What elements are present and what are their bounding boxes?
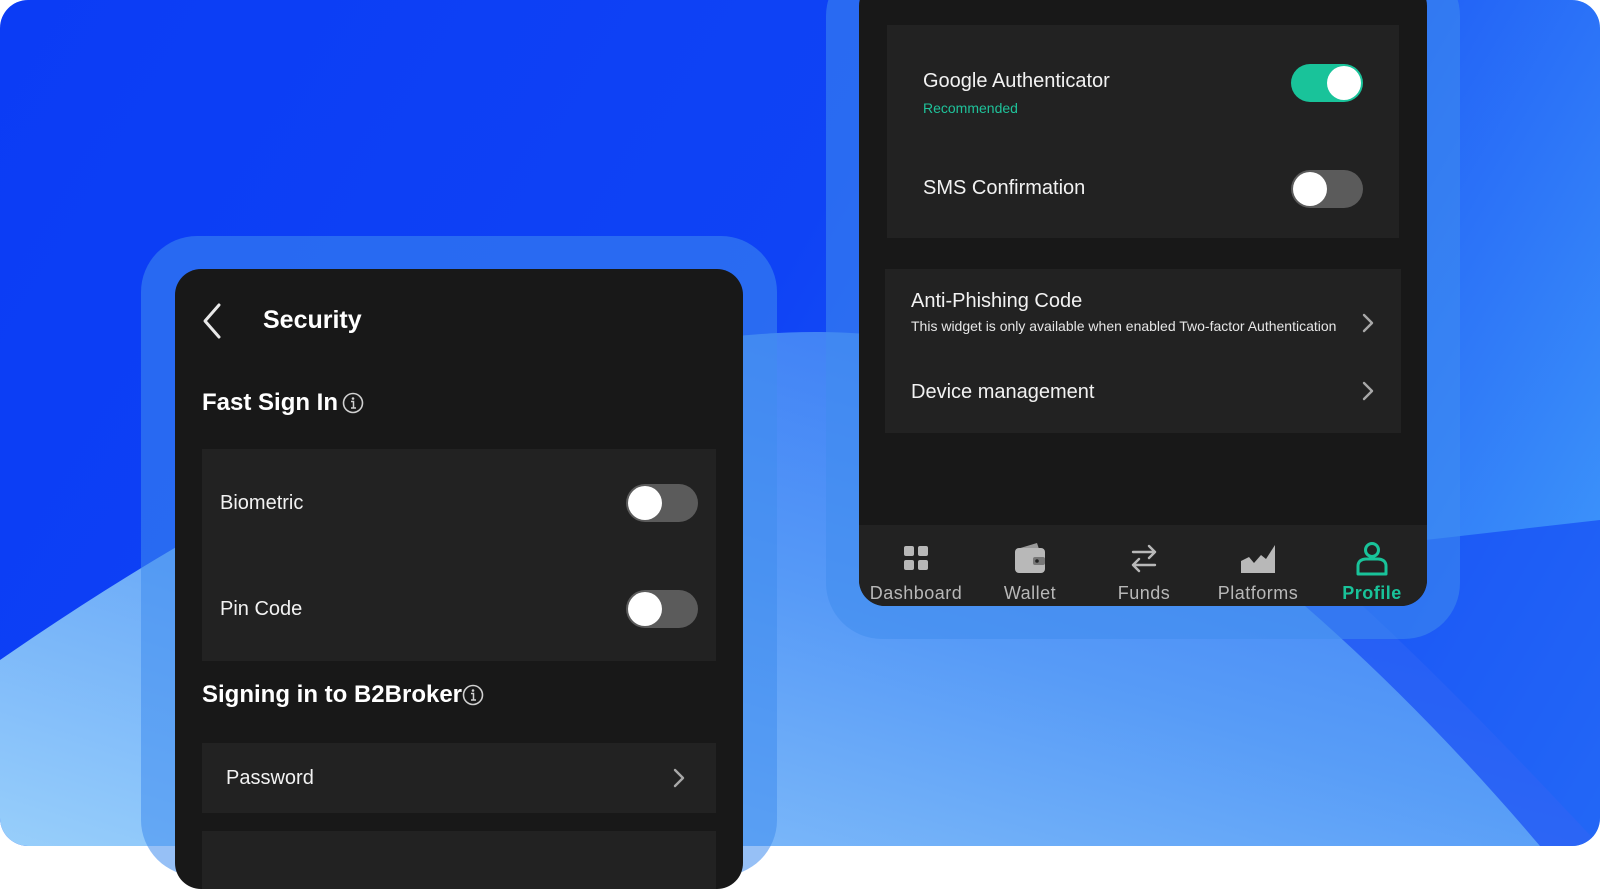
fast-sign-in-card: Biometric Pin Code <box>202 449 716 661</box>
nav-profile-label: Profile <box>1342 583 1402 603</box>
chevron-right-icon <box>1362 381 1374 401</box>
biometric-label: Biometric <box>220 492 304 514</box>
biometric-toggle[interactable] <box>626 484 698 522</box>
anti-phishing-description: This widget is only available when enabl… <box>911 318 1337 334</box>
device-management-label: Device management <box>911 381 1095 403</box>
anti-phishing-label: Anti-Phishing Code <box>911 290 1083 312</box>
chart-area-icon <box>1241 545 1275 573</box>
sms-confirmation-label: SMS Confirmation <box>923 177 1086 199</box>
sms-confirmation-toggle[interactable] <box>1291 170 1363 208</box>
nav-platforms-label: Platforms <box>1217 583 1299 603</box>
info-icon[interactable] <box>462 684 484 706</box>
wallet-icon <box>1015 543 1045 573</box>
security-links-card: Anti-Phishing Code This widget is only a… <box>885 269 1401 433</box>
recommended-badge: Recommended <box>923 100 1018 116</box>
two-factor-card: Google Authenticator Recommended SMS Con… <box>887 25 1399 238</box>
password-row[interactable]: Password <box>202 743 716 813</box>
next-row[interactable] <box>202 831 716 889</box>
chevron-right-icon <box>673 768 685 788</box>
nav-dashboard[interactable]: Dashboard <box>859 525 973 606</box>
security-options-screen: Google Authenticator Recommended SMS Con… <box>859 0 1427 606</box>
bottom-navigation: Dashboard Wallet Funds Platforms Profile <box>859 525 1427 606</box>
google-authenticator-label: Google Authenticator <box>923 70 1110 92</box>
signing-in-title: Signing in to B2Broker <box>202 681 463 708</box>
fast-sign-in-title: Fast Sign In <box>202 389 339 416</box>
chevron-right-icon <box>1362 313 1374 333</box>
transfer-arrows-icon <box>1131 544 1157 573</box>
nav-funds-label: Funds <box>1117 583 1171 603</box>
dashboard-grid-icon <box>904 546 928 570</box>
nav-dashboard-label: Dashboard <box>869 583 963 603</box>
security-screen: Security Fast Sign In Biometric Pin Code… <box>175 269 743 889</box>
device-management-row[interactable]: Device management <box>885 359 1401 433</box>
page-title: Security <box>263 306 362 334</box>
google-authenticator-toggle[interactable] <box>1291 64 1363 102</box>
anti-phishing-row[interactable]: Anti-Phishing Code This widget is only a… <box>885 269 1401 359</box>
password-label: Password <box>226 767 314 789</box>
nav-profile[interactable]: Profile <box>1315 525 1427 606</box>
chevron-left-icon[interactable] <box>199 301 229 341</box>
pin-code-label: Pin Code <box>220 598 303 620</box>
nav-wallet-label: Wallet <box>1003 583 1057 603</box>
profile-person-icon <box>1356 542 1388 576</box>
info-icon[interactable] <box>342 392 364 414</box>
pin-code-toggle[interactable] <box>626 590 698 628</box>
nav-wallet[interactable]: Wallet <box>973 525 1087 606</box>
nav-platforms[interactable]: Platforms <box>1201 525 1315 606</box>
nav-funds[interactable]: Funds <box>1087 525 1201 606</box>
